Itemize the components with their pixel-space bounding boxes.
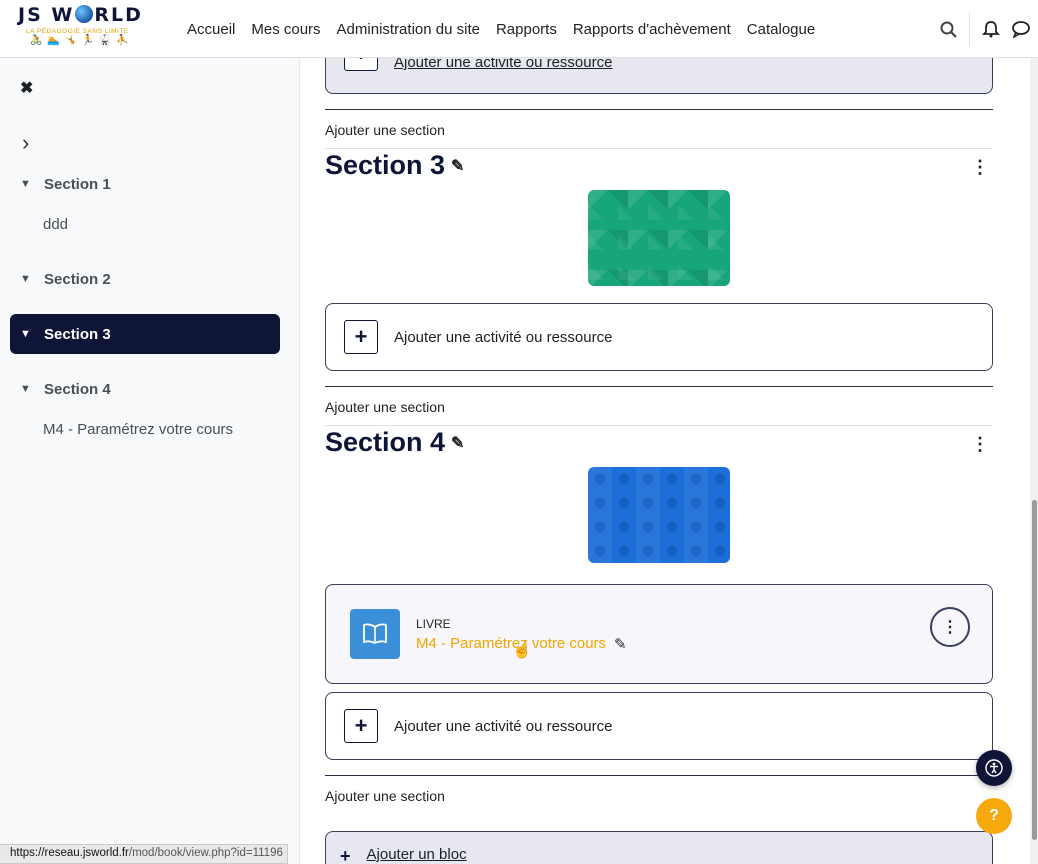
section-divider	[325, 386, 993, 387]
activity-actions-kebab-icon[interactable]: ⋮	[930, 607, 970, 647]
drawer-item-section-4[interactable]: ▼ Section 4	[10, 369, 280, 409]
add-section-link[interactable]: Ajouter une section	[325, 122, 445, 138]
plus-icon: +	[340, 846, 351, 864]
section-4-image	[588, 467, 730, 563]
globe-icon	[75, 5, 94, 23]
section-4-title: Section 4 ✎	[325, 427, 464, 458]
status-url-host: https://reseau.jsworld.fr	[10, 847, 129, 859]
bell-icon[interactable]	[980, 18, 1002, 40]
status-url-path: /mod/book/view.php?id=11196	[128, 847, 283, 859]
add-activity-card-section-4[interactable]: + Ajouter une activité ou ressource	[325, 692, 993, 760]
pencil-icon[interactable]: ✎	[451, 156, 464, 176]
scrollbar-thumb[interactable]	[1032, 500, 1037, 840]
book-icon[interactable]	[350, 609, 400, 659]
logo-text-start: JS W	[18, 4, 75, 26]
pencil-icon[interactable]: ✎	[614, 635, 627, 653]
chevron-down-icon: ▼	[20, 273, 31, 285]
chevron-down-icon: ▼	[20, 328, 31, 340]
drawer-item-label: Section 1	[44, 175, 111, 193]
drawer-item-section-3[interactable]: ▼ Section 3	[10, 314, 280, 354]
drawer-subitem-m4[interactable]: M4 - Paramétrez votre cours	[43, 421, 233, 438]
chat-icon[interactable]	[1010, 18, 1032, 40]
primary-navigation: Accueil Mes cours Administration du site…	[187, 0, 831, 58]
nav-catalogue[interactable]: Catalogue	[747, 21, 815, 38]
section-divider	[325, 775, 993, 776]
activity-type-label: LIVRE	[416, 617, 451, 631]
nav-accueil[interactable]: Accueil	[187, 21, 235, 38]
add-activity-card-section-3[interactable]: + Ajouter une activité ou ressource	[325, 303, 993, 371]
help-icon[interactable]: ?	[976, 798, 1012, 834]
close-icon[interactable]: ✖	[20, 78, 33, 98]
plus-icon: +	[344, 320, 378, 354]
navbar-divider	[969, 12, 970, 46]
drawer-item-label: Section 3	[44, 325, 111, 343]
add-block-button[interactable]: + Ajouter un bloc	[325, 831, 993, 864]
plus-icon: +	[344, 58, 378, 71]
add-section-link[interactable]: Ajouter une section	[325, 399, 445, 415]
accessibility-icon[interactable]	[976, 750, 1012, 786]
drawer-item-section-1[interactable]: ▼ Section 1	[10, 164, 280, 204]
add-activity-label: Ajouter une activité ou ressource	[394, 58, 613, 71]
top-navbar: JS W RLD LA PÉDAGOGIE SANS LIMITE 🚴 🏊 🤸 🏃…	[0, 0, 1038, 58]
search-icon[interactable]	[937, 18, 959, 40]
drawer-item-section-2[interactable]: ▼ Section 2	[10, 259, 280, 299]
nav-rapports-achevement[interactable]: Rapports d'achèvement	[573, 21, 731, 38]
section-4-menu-kebab-icon[interactable]: ⋮	[971, 434, 989, 455]
course-index-drawer: ✖ › ▼ Section 1 ddd ▼ Section 2 ▼ Sectio…	[0, 58, 300, 864]
section-title-text: Section 4	[325, 427, 446, 457]
course-content: + Ajouter une activité ou ressource Ajou…	[301, 58, 1019, 864]
chevron-right-icon[interactable]: ›	[22, 130, 29, 156]
chevron-down-icon: ▼	[20, 178, 31, 190]
section-title-text: Section 3	[325, 150, 446, 180]
pencil-icon[interactable]: ✎	[451, 433, 464, 453]
logo-text-end: RLD	[94, 4, 143, 26]
logo-figures: 🚴 🏊 🤸 🏃 🥋 ⛹	[30, 35, 130, 46]
add-activity-label: Ajouter une activité ou ressource	[394, 717, 613, 735]
browser-status-bar: https://reseau.jsworld.fr/mod/book/view.…	[0, 844, 288, 864]
section-3-menu-kebab-icon[interactable]: ⋮	[971, 157, 989, 178]
nav-mes-cours[interactable]: Mes cours	[251, 21, 320, 38]
section-3-image	[588, 190, 730, 286]
hand-cursor-icon: ☝	[512, 642, 532, 659]
drawer-subitem-ddd[interactable]: ddd	[43, 216, 68, 233]
section-3-title: Section 3 ✎	[325, 150, 464, 181]
add-activity-label: Ajouter une activité ou ressource	[394, 328, 613, 346]
drawer-item-label: Section 2	[44, 270, 111, 288]
add-activity-card-top[interactable]: + Ajouter une activité ou ressource	[325, 58, 993, 94]
site-logo[interactable]: JS W RLD LA PÉDAGOGIE SANS LIMITE 🚴 🏊 🤸 🏃…	[18, 4, 148, 56]
activity-book-card: LIVRE M4 - Paramétrez votre cours ✎ ⋮	[325, 584, 993, 684]
navbar-icons	[937, 0, 1032, 58]
section-divider	[325, 148, 993, 149]
drawer-item-label: Section 4	[44, 380, 111, 398]
nav-administration[interactable]: Administration du site	[337, 21, 480, 38]
chevron-down-icon: ▼	[20, 383, 31, 395]
plus-icon: +	[344, 709, 378, 743]
section-divider	[325, 109, 993, 110]
logo-tagline: LA PÉDAGOGIE SANS LIMITE	[26, 28, 129, 35]
add-section-link[interactable]: Ajouter une section	[325, 788, 445, 804]
add-block-label: Ajouter un bloc	[366, 846, 467, 863]
section-divider	[325, 425, 993, 426]
nav-rapports[interactable]: Rapports	[496, 21, 557, 38]
